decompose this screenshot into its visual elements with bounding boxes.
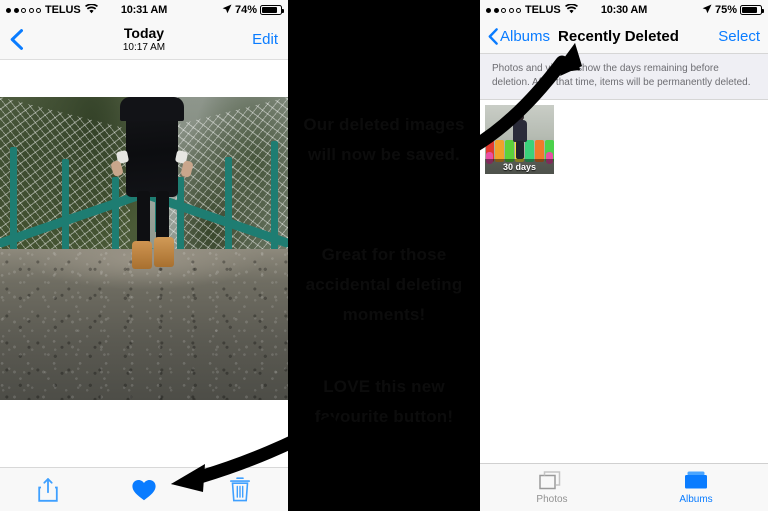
tan-boot	[132, 241, 152, 269]
chevron-left-icon	[488, 28, 498, 45]
page-subtitle: 10:17 AM	[122, 42, 166, 53]
battery-icon	[740, 5, 764, 15]
right-status-right-group: 75%	[702, 4, 764, 17]
days-remaining-badge: 30 days	[485, 159, 554, 174]
heart-filled-icon	[132, 479, 156, 500]
left-status-bar: TELUS 10:31 AM 74%	[0, 0, 288, 20]
albums-back-button[interactable]: Albums	[488, 28, 550, 45]
nav-title-group: Today 10:17 AM	[0, 25, 288, 54]
albums-back-label: Albums	[500, 28, 551, 45]
recently-deleted-title: Recently Deleted	[558, 28, 679, 45]
delete-button[interactable]	[218, 468, 262, 511]
thumbnail-person	[512, 113, 528, 161]
center-annotation-panel: Our deleted images will now be saved. Gr…	[288, 0, 480, 511]
photo-top-spacer	[0, 60, 288, 97]
torso	[513, 120, 527, 142]
left-status-right-group: 74%	[222, 4, 284, 17]
location-arrow-icon	[702, 4, 712, 17]
legs	[516, 141, 524, 159]
tan-boot	[154, 237, 174, 267]
coat-shoulders	[120, 97, 184, 121]
photo-toolbar	[0, 467, 288, 511]
recently-deleted-description: Photos and videos show the days remainin…	[480, 54, 768, 100]
photos-stack-icon	[539, 471, 561, 490]
albums-folder-icon	[685, 471, 707, 489]
leg	[137, 191, 150, 247]
tab-photos-label: Photos	[536, 494, 568, 505]
right-status-bar: TELUS 10:30 AM 75%	[480, 0, 768, 20]
share-button[interactable]	[26, 468, 70, 511]
photo-viewer[interactable]	[0, 97, 288, 400]
photos-tab-bar: Photos Albums	[480, 463, 768, 511]
annotation-text-3: LOVE this new favourite button!	[314, 377, 454, 426]
battery-percent-label: 75%	[714, 4, 737, 16]
deleted-items-grid: 30 days	[480, 100, 768, 174]
share-icon	[38, 477, 58, 502]
select-button[interactable]: Select	[718, 28, 760, 45]
deleted-photo-thumbnail[interactable]: 30 days	[485, 105, 554, 174]
screenshot-stage: TELUS 10:31 AM 74% Today 10:17 AM Edit O…	[0, 0, 768, 511]
trash-icon	[230, 476, 250, 501]
right-phone-screen: TELUS 10:30 AM 75% Albums Recently Delet…	[480, 0, 768, 511]
tab-albums[interactable]: Albums	[624, 464, 768, 511]
location-arrow-icon	[222, 4, 232, 17]
annotation-text-2: Great for those accidental deleting mome…	[305, 245, 463, 324]
right-nav-bar: Albums Recently Deleted Select	[480, 20, 768, 54]
tab-albums-label: Albums	[679, 494, 713, 505]
favorite-heart-button[interactable]	[122, 468, 166, 511]
battery-percent-label: 74%	[234, 4, 257, 16]
photo-subject-person	[110, 97, 194, 282]
left-nav-bar: Today 10:17 AM Edit	[0, 20, 288, 60]
battery-icon	[260, 5, 284, 15]
back-button[interactable]	[10, 29, 23, 50]
edit-button[interactable]: Edit	[252, 31, 278, 48]
tab-photos[interactable]: Photos	[480, 464, 624, 511]
page-title: Today	[123, 25, 165, 41]
annotation-text-1: Our deleted images will now be saved.	[303, 115, 465, 164]
left-phone-screen: TELUS 10:31 AM 74% Today 10:17 AM Edit	[0, 0, 288, 511]
